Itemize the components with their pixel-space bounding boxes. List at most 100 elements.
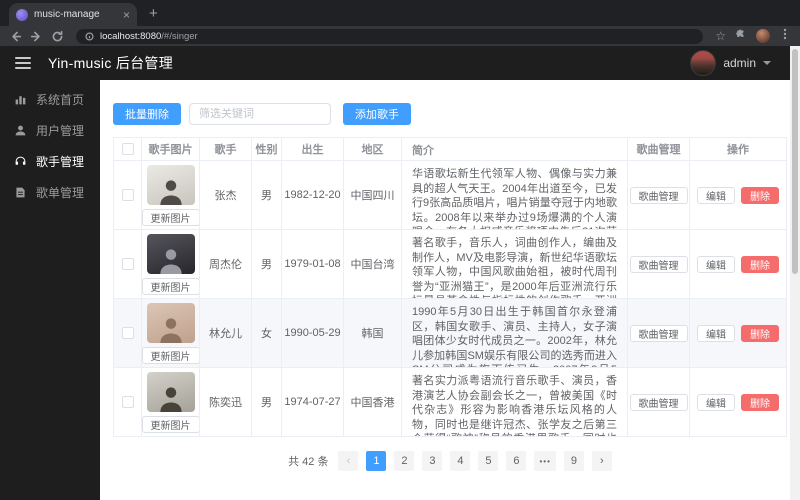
singer-photo [146,164,195,205]
edit-button[interactable]: 编辑 [697,255,735,273]
update-photo-button[interactable]: 更新图片 [142,346,199,364]
page-button-4[interactable]: 4 [450,451,471,471]
sidebar-item-users[interactable]: 用户管理 [0,115,100,146]
sidebar-item-label: 歌单管理 [36,186,85,200]
sidebar-item-playlists[interactable]: 歌单管理 [0,177,100,208]
browser-toolbar: localhost:8080/#/singer ☆ [0,26,800,46]
batch-delete-button[interactable]: 批量删除 [113,103,181,125]
main-content: 批量删除 添加歌手 歌手图片 歌手 性别 出生 地区 简介 歌曲管理 操作 [100,80,800,500]
row-checkbox[interactable] [121,189,134,201]
browser-actions: ☆ [715,27,791,45]
site-info-icon[interactable] [85,31,94,41]
singer-region: 中国四川 [344,161,402,229]
table-row: 更新图片 陈奕迅 男 1974-07-27 中国香港 著名实力派粤语流行音乐歌手… [114,368,786,437]
address-bar[interactable]: localhost:8080/#/singer [76,28,704,44]
page-url: localhost:8080/#/singer [100,31,198,42]
update-photo-button[interactable]: 更新图片 [142,208,199,226]
delete-button[interactable]: 删除 [741,186,779,204]
column-name: 歌手 [200,138,252,160]
tab-favicon-icon [16,8,28,21]
headset-icon [15,156,26,165]
user-icon [15,125,26,136]
add-singer-button[interactable]: 添加歌手 [343,103,411,125]
select-all-checkbox[interactable] [121,143,134,155]
singer-region: 中国台湾 [344,230,402,298]
tab-close-icon[interactable]: × [123,9,130,21]
edit-button[interactable]: 编辑 [697,186,735,204]
singer-gender: 男 [252,230,282,298]
singer-name: 林允儿 [200,299,252,367]
new-tab-button[interactable]: + [149,5,158,22]
page-button-6[interactable]: 6 [506,451,527,471]
row-checkbox[interactable] [121,396,134,408]
reload-icon[interactable] [51,30,64,43]
song-manage-button[interactable]: 歌曲管理 [629,324,688,342]
column-birth: 出生 [282,138,344,160]
app-header: Yin-music 后台管理 admin [0,46,800,80]
browser-profile-avatar[interactable] [756,29,770,43]
singer-birth: 1974-07-27 [282,368,344,436]
sidebar-item-singers[interactable]: 歌手管理 [0,146,100,177]
page-button-3[interactable]: 3 [422,451,443,471]
page-button-1[interactable]: 1 [366,451,387,471]
update-photo-button[interactable]: 更新图片 [142,415,199,433]
browser-menu-icon[interactable] [779,27,791,45]
column-photo: 歌手图片 [142,138,200,160]
table-row: 更新图片 张杰 男 1982-12-20 中国四川 华语歌坛新生代领军人物、偶像… [114,161,786,230]
singer-bio: 著名实力派粤语流行音乐歌手、演员，香港演艺人协会副会长之一，曾被美国《时代杂志》… [412,375,617,436]
app-title: Yin-music 后台管理 [48,55,174,71]
row-checkbox[interactable] [121,258,134,270]
scrollbar-thumb[interactable] [792,49,798,274]
prev-page-button[interactable]: ‹ [338,451,359,471]
url-path: /#/singer [161,30,198,42]
singer-birth: 1990-05-29 [282,299,344,367]
table-row: 更新图片 周杰伦 男 1979-01-08 中国台湾 著名歌手，音乐人，词曲创作… [114,230,786,299]
singer-photo [146,302,195,343]
singer-region: 中国香港 [344,368,402,436]
user-menu[interactable]: admin [690,50,785,76]
singer-gender: 男 [252,161,282,229]
browser-tab[interactable]: music-manage × [9,3,137,26]
singer-name: 周杰伦 [200,230,252,298]
singer-bio: 华语歌坛新生代领军人物、偶像与实力兼具的超人气天王。2004年出道至今，已发行9… [412,168,617,229]
delete-button[interactable]: 删除 [741,255,779,273]
sidebar-item-label: 系统首页 [36,93,85,107]
page-button-2[interactable]: 2 [394,451,415,471]
extensions-icon[interactable] [735,27,747,45]
next-page-button[interactable]: › [591,451,612,471]
edit-button[interactable]: 编辑 [697,324,735,342]
update-photo-button[interactable]: 更新图片 [142,277,199,295]
singer-bio: 1990年5月30日出生于韩国首尔永登浦区，韩国女歌手、演员、主持人，女子演唱团… [412,306,617,367]
page-button-5[interactable]: 5 [478,451,499,471]
user-avatar[interactable] [690,50,717,76]
song-manage-button[interactable]: 歌曲管理 [629,393,688,411]
tab-title: music-manage [34,9,100,20]
bookmark-star-icon[interactable]: ☆ [715,30,726,42]
column-gender: 性别 [252,138,282,160]
back-icon[interactable] [9,30,22,43]
delete-button[interactable]: 删除 [741,324,779,342]
menu-toggle-icon[interactable] [15,57,31,69]
row-checkbox[interactable] [121,327,134,339]
singer-gender: 男 [252,368,282,436]
scrollbar[interactable] [790,46,800,500]
forward-icon[interactable] [30,30,43,43]
search-input[interactable] [189,103,331,125]
more-pages-button[interactable]: ••• [534,451,556,471]
song-manage-button[interactable]: 歌曲管理 [629,255,688,273]
singer-birth: 1982-12-20 [282,161,344,229]
column-region: 地区 [344,138,402,160]
page-button-9[interactable]: 9 [563,451,584,471]
toolbar: 批量删除 添加歌手 [113,103,787,125]
sidebar-item-home[interactable]: 系统首页 [0,84,100,115]
column-bio: 简介 [402,138,628,160]
singer-region: 韩国 [344,299,402,367]
song-manage-button[interactable]: 歌曲管理 [629,186,688,204]
sidebar-item-label: 歌手管理 [36,155,85,169]
singer-name: 陈奕迅 [200,368,252,436]
edit-button[interactable]: 编辑 [697,393,735,411]
chart-icon [15,96,26,105]
delete-button[interactable]: 删除 [741,393,779,411]
url-host: localhost:8080 [100,30,162,42]
singer-bio: 著名歌手，音乐人，词曲创作人，编曲及制作人，MV及电影导演，新世纪华语歌坛领军人… [412,237,617,298]
